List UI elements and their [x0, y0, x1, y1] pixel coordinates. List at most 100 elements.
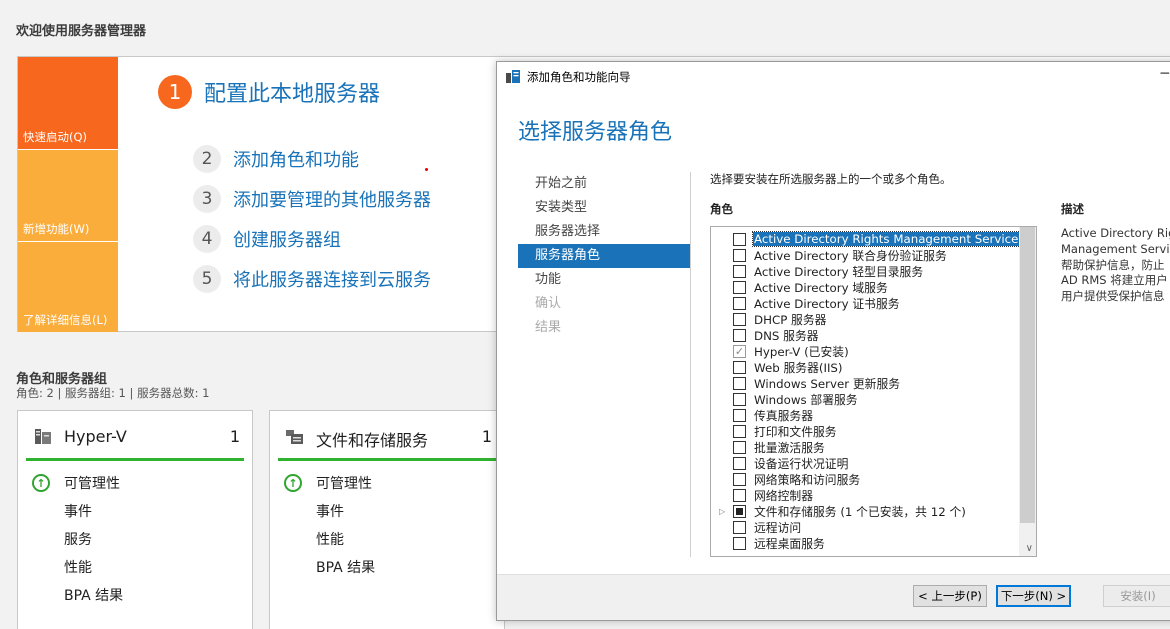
role-card-item-services[interactable]: 服务	[18, 525, 252, 553]
step-configure-local-server[interactable]: 1 配置此本地服务器	[158, 75, 380, 109]
role-card-item-events[interactable]: 事件	[18, 497, 252, 525]
wizard-heading: 选择服务器角色	[518, 120, 673, 145]
vertical-scrollbar[interactable]: ∨	[1019, 227, 1036, 556]
step-connect-cloud[interactable]: 5 将此服务器连接到云服务	[193, 265, 431, 293]
role-card-item-manageability[interactable]: ↑ 可管理性	[270, 469, 504, 497]
nav-server-selection[interactable]: 服务器选择	[518, 220, 690, 244]
wizard-titlebar[interactable]: 添加角色和功能向导 ─	[497, 62, 1170, 92]
step-label-1[interactable]: 配置此本地服务器	[204, 76, 380, 108]
item-label: 可管理性	[316, 476, 372, 492]
description-line: AD RMS 将建立用户	[1061, 273, 1168, 288]
role-checkbox[interactable]	[733, 424, 746, 438]
role-checkbox[interactable]	[733, 440, 746, 454]
role-label: Active Directory Rights Management Servi…	[752, 231, 1027, 247]
step-create-group[interactable]: 4 创建服务器组	[193, 225, 341, 253]
minimize-icon[interactable]: ─	[1161, 66, 1169, 82]
description-line: 帮助保护信息，防止	[1061, 257, 1165, 272]
description-label: 描述	[1061, 202, 1084, 216]
role-card-item-performance[interactable]: 性能	[270, 525, 504, 553]
role-card-count: 1	[229, 427, 240, 446]
role-card-file-storage[interactable]: 文件和存储服务 1 ↑ 可管理性 事件 性能 BPA 结果	[269, 410, 505, 629]
role-checkbox[interactable]	[733, 312, 746, 326]
step-label-2[interactable]: 添加角色和功能	[233, 146, 359, 172]
role-card-hyper-v[interactable]: Hyper-V 1 ↑ 可管理性 事件 服务 性能 BPA 结果	[17, 410, 253, 629]
role-checkbox[interactable]	[733, 472, 746, 486]
role-card-item-performance[interactable]: 性能	[18, 553, 252, 581]
role-card-item-events[interactable]: 事件	[270, 497, 504, 525]
item-label: 可管理性	[64, 476, 120, 492]
up-arrow-ok-icon: ↑	[32, 474, 50, 492]
role-checkbox[interactable]	[733, 264, 746, 278]
role-checkbox[interactable]	[733, 376, 746, 390]
wizard-window-title: 添加角色和功能向导	[527, 70, 631, 84]
role-label: DHCP 服务器	[754, 312, 827, 327]
role-checkbox[interactable]: ✓	[733, 344, 746, 358]
role-card-header[interactable]: Hyper-V 1	[26, 411, 244, 461]
step-label-3[interactable]: 添加要管理的其他服务器	[233, 186, 431, 212]
role-label: DNS 服务器	[754, 328, 819, 343]
step-number-5: 5	[193, 265, 221, 293]
step-label-4[interactable]: 创建服务器组	[233, 226, 341, 252]
next-button[interactable]: 下一步(N) >	[996, 585, 1071, 607]
roles-listbox[interactable]: Active Directory Rights Management Servi…	[710, 226, 1037, 557]
nav-features[interactable]: 功能	[518, 268, 690, 292]
step-add-roles[interactable]: 2 添加角色和功能	[193, 145, 359, 173]
role-checkbox[interactable]	[733, 280, 746, 294]
nav-server-roles[interactable]: 服务器角色	[518, 244, 690, 268]
role-checkbox[interactable]	[733, 296, 746, 310]
role-checkbox[interactable]	[733, 488, 746, 502]
role-label: Active Directory 证书服务	[754, 296, 900, 311]
role-label: 网络策略和访问服务	[754, 472, 861, 487]
item-label: 性能	[64, 560, 92, 576]
role-label: 传真服务器	[754, 408, 813, 423]
tile-quick-start[interactable]: 快速启动(Q)	[18, 57, 118, 149]
role-checkbox[interactable]	[733, 456, 746, 470]
role-label: 设备运行状况证明	[754, 456, 849, 471]
step-number-4: 4	[193, 225, 221, 253]
step-label-5[interactable]: 将此服务器连接到云服务	[233, 266, 431, 292]
role-label: Active Directory 轻型目录服务	[754, 264, 924, 279]
role-checkbox[interactable]	[733, 536, 746, 550]
role-card-name: Hyper-V	[64, 427, 127, 446]
role-card-item-bpa[interactable]: BPA 结果	[270, 553, 504, 581]
nav-before-you-begin[interactable]: 开始之前	[518, 172, 690, 196]
up-arrow-ok-icon: ↑	[284, 474, 302, 492]
role-checkbox[interactable]	[733, 504, 746, 518]
role-checkbox[interactable]	[733, 232, 746, 246]
back-button[interactable]: < 上一步(P)	[913, 585, 987, 607]
description-line: 用户提供受保护信息	[1061, 289, 1165, 304]
step-add-servers[interactable]: 3 添加要管理的其他服务器	[193, 185, 431, 213]
role-card-item-bpa[interactable]: BPA 结果	[18, 581, 252, 609]
role-card-item-manageability[interactable]: ↑ 可管理性	[18, 469, 252, 497]
role-checkbox[interactable]	[733, 248, 746, 262]
role-label: 批量激活服务	[754, 440, 825, 455]
tile-learn-more[interactable]: 了解详细信息(L)	[18, 242, 118, 332]
server-icon	[35, 429, 51, 444]
role-label: Windows 部署服务	[754, 392, 858, 407]
item-label: BPA 结果	[64, 588, 124, 604]
step-number-1: 1	[158, 75, 192, 109]
scroll-down-arrow-icon[interactable]: ∨	[1026, 543, 1033, 554]
role-checkbox[interactable]	[733, 328, 746, 342]
role-label: 远程访问	[754, 520, 802, 535]
role-label: Active Directory 联合身份验证服务	[754, 248, 947, 263]
tile-whats-new[interactable]: 新增功能(W)	[18, 150, 118, 241]
role-card-header[interactable]: 文件和存储服务 1	[278, 411, 496, 461]
scrollbar-thumb[interactable]	[1020, 227, 1035, 523]
expand-arrow-icon[interactable]: ▷	[719, 507, 727, 516]
role-checkbox[interactable]	[733, 520, 746, 534]
item-label: 服务	[64, 532, 92, 548]
item-label: 性能	[316, 532, 344, 548]
role-checkbox[interactable]	[733, 360, 746, 374]
install-button: 安装(I)	[1103, 585, 1170, 607]
role-label: 远程桌面服务	[754, 536, 825, 551]
wizard-footer: < 上一步(P) 下一步(N) > 安装(I)	[497, 574, 1170, 620]
welcome-title: 欢迎使用服务器管理器	[16, 24, 147, 39]
red-dot-marker	[425, 168, 428, 171]
role-checkbox[interactable]	[733, 392, 746, 406]
step-number-2: 2	[193, 145, 221, 173]
item-label: 事件	[316, 504, 344, 520]
nav-installation-type[interactable]: 安装类型	[518, 196, 690, 220]
server-manager-window: 欢迎使用服务器管理器 快速启动(Q) 新增功能(W) 了解详细信息(L) 1 配…	[0, 0, 1170, 629]
role-checkbox[interactable]	[733, 408, 746, 422]
